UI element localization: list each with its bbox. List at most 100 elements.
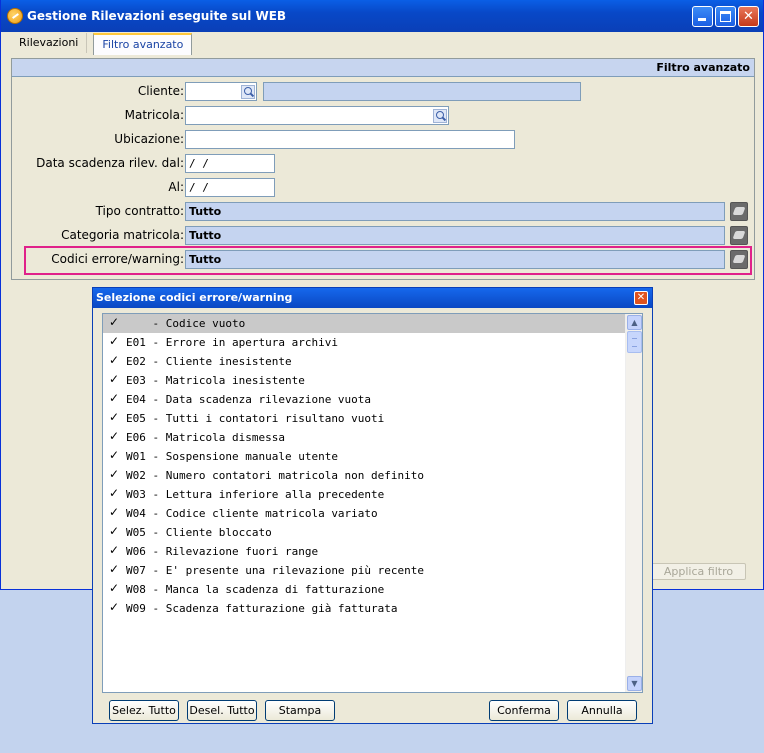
codici-errore-field: Tutto xyxy=(185,250,725,269)
print-button[interactable]: Stampa xyxy=(265,700,335,721)
list-item[interactable]: - Codice vuoto xyxy=(103,314,642,333)
title-bar[interactable]: Gestione Rilevazioni eseguite sul WEB ✕ xyxy=(1,0,763,32)
list-item[interactable]: W02 - Numero contatori matricola non def… xyxy=(103,466,642,485)
app-icon xyxy=(7,8,23,24)
confirm-button[interactable]: Conferma xyxy=(489,700,559,721)
checkbox-checked-icon[interactable] xyxy=(109,467,120,481)
categoria-matricola-lookup-button[interactable] xyxy=(730,226,748,245)
error-code: E02 xyxy=(126,355,146,368)
checkbox-checked-icon[interactable] xyxy=(109,315,120,329)
tab-filtro-avanzato[interactable]: Filtro avanzato xyxy=(93,33,193,55)
categoria-matricola-field: Tutto xyxy=(185,226,725,245)
close-button[interactable]: ✕ xyxy=(738,6,759,27)
cliente-input[interactable] xyxy=(185,82,257,101)
error-code: W09 xyxy=(126,602,146,615)
list-item[interactable]: W06 - Rilevazione fuori range xyxy=(103,542,642,561)
checkbox-checked-icon[interactable] xyxy=(109,353,120,367)
list-item[interactable]: E06 - Matricola dismessa xyxy=(103,428,642,447)
error-description: Numero contatori matricola non definito xyxy=(165,469,425,482)
codici-errore-label: Codici errore/warning: xyxy=(51,252,184,266)
codici-errore-lookup-button[interactable] xyxy=(730,250,748,269)
checkbox-checked-icon[interactable] xyxy=(109,448,120,462)
maximize-icon xyxy=(720,11,731,22)
list-item[interactable]: W09 - Scadenza fatturazione già fatturat… xyxy=(103,599,642,618)
error-description: Data scadenza rilevazione vuota xyxy=(165,393,372,406)
vertical-scrollbar[interactable]: ▲ ▼ xyxy=(625,314,642,692)
select-all-button[interactable]: Selez. Tutto xyxy=(109,700,179,721)
error-code: W03 xyxy=(126,488,146,501)
checkbox-checked-icon[interactable] xyxy=(109,524,120,538)
error-codes-list[interactable]: - Codice vuotoE01 - Errore in apertura a… xyxy=(102,313,643,693)
error-description: Codice cliente matricola variato xyxy=(165,507,378,520)
error-description: Sospensione manuale utente xyxy=(165,450,338,463)
al-label: Al: xyxy=(168,180,184,194)
list-item[interactable]: W03 - Lettura inferiore alla precedente xyxy=(103,485,642,504)
error-code: W08 xyxy=(126,583,146,596)
scroll-thumb[interactable] xyxy=(627,331,642,353)
row-tipo-contratto: Tipo contratto: Tutto xyxy=(12,202,754,222)
ubicazione-input[interactable] xyxy=(185,130,515,149)
checkbox-checked-icon[interactable] xyxy=(109,581,120,595)
al-input[interactable]: / / xyxy=(185,178,275,197)
matricola-label: Matricola: xyxy=(124,108,184,122)
scroll-up-icon[interactable]: ▲ xyxy=(627,315,642,330)
checkbox-checked-icon[interactable] xyxy=(109,486,120,500)
dialog-close-icon[interactable]: ✕ xyxy=(634,291,648,305)
checkbox-checked-icon[interactable] xyxy=(109,600,120,614)
list-item[interactable]: W05 - Cliente bloccato xyxy=(103,523,642,542)
ubicazione-label: Ubicazione: xyxy=(114,132,184,146)
list-item[interactable]: W08 - Manca la scadenza di fatturazione xyxy=(103,580,642,599)
list-item[interactable]: E05 - Tutti i contatori risultano vuoti xyxy=(103,409,642,428)
error-description: Matricola inesistente xyxy=(165,374,305,387)
error-description: Rilevazione fuori range xyxy=(165,545,319,558)
deselect-all-button[interactable]: Desel. Tutto xyxy=(187,700,257,721)
search-icon[interactable] xyxy=(241,85,255,99)
minimize-button[interactable] xyxy=(692,6,713,27)
row-ubicazione: Ubicazione: xyxy=(12,130,754,150)
list-item[interactable]: W04 - Codice cliente matricola variato xyxy=(103,504,642,523)
list-item[interactable]: E03 - Matricola inesistente xyxy=(103,371,642,390)
list-item[interactable]: E02 - Cliente inesistente xyxy=(103,352,642,371)
error-code: W06 xyxy=(126,545,146,558)
scroll-down-icon[interactable]: ▼ xyxy=(627,676,642,691)
code-separator: - xyxy=(145,545,166,558)
error-code: W07 xyxy=(126,564,146,577)
code-separator: - xyxy=(145,507,166,520)
row-codici-errore: Codici errore/warning: Tutto xyxy=(12,250,754,270)
code-separator: - xyxy=(145,488,166,501)
cancel-button[interactable]: Annulla xyxy=(567,700,637,721)
apply-filter-button[interactable]: Applica filtro xyxy=(651,563,746,580)
error-code: E06 xyxy=(126,431,146,444)
list-item[interactable]: E04 - Data scadenza rilevazione vuota xyxy=(103,390,642,409)
code-separator: - xyxy=(145,583,166,596)
error-code: E04 xyxy=(126,393,146,406)
code-separator: - xyxy=(145,393,166,406)
row-data-dal: Data scadenza rilev. dal: / / xyxy=(12,154,754,174)
error-description: Errore in apertura archivi xyxy=(165,336,338,349)
error-description: Manca la scadenza di fatturazione xyxy=(165,583,385,596)
checkbox-checked-icon[interactable] xyxy=(109,334,120,348)
checkbox-checked-icon[interactable] xyxy=(109,543,120,557)
tipo-contratto-lookup-button[interactable] xyxy=(730,202,748,221)
matricola-input[interactable] xyxy=(185,106,449,125)
list-item[interactable]: W07 - E' presente una rilevazione più re… xyxy=(103,561,642,580)
list-item[interactable]: E01 - Errore in apertura archivi xyxy=(103,333,642,352)
code-separator: - xyxy=(145,469,166,482)
cliente-description-field xyxy=(263,82,581,101)
checkbox-checked-icon[interactable] xyxy=(109,410,120,424)
list-item[interactable]: W01 - Sospensione manuale utente xyxy=(103,447,642,466)
checkbox-checked-icon[interactable] xyxy=(109,391,120,405)
error-code: E01 xyxy=(126,336,146,349)
row-cliente: Cliente: xyxy=(12,82,754,102)
checkbox-checked-icon[interactable] xyxy=(109,372,120,386)
code-separator: - xyxy=(145,564,166,577)
close-icon: ✕ xyxy=(743,9,754,24)
maximize-button[interactable] xyxy=(715,6,736,27)
checkbox-checked-icon[interactable] xyxy=(109,429,120,443)
tab-rilevazioni[interactable]: Rilevazioni xyxy=(11,33,86,55)
checkbox-checked-icon[interactable] xyxy=(109,505,120,519)
checkbox-checked-icon[interactable] xyxy=(109,562,120,576)
dialog-title-bar[interactable]: Selezione codici errore/warning ✕ xyxy=(93,288,652,308)
data-dal-input[interactable]: / / xyxy=(185,154,275,173)
search-icon[interactable] xyxy=(433,109,447,123)
